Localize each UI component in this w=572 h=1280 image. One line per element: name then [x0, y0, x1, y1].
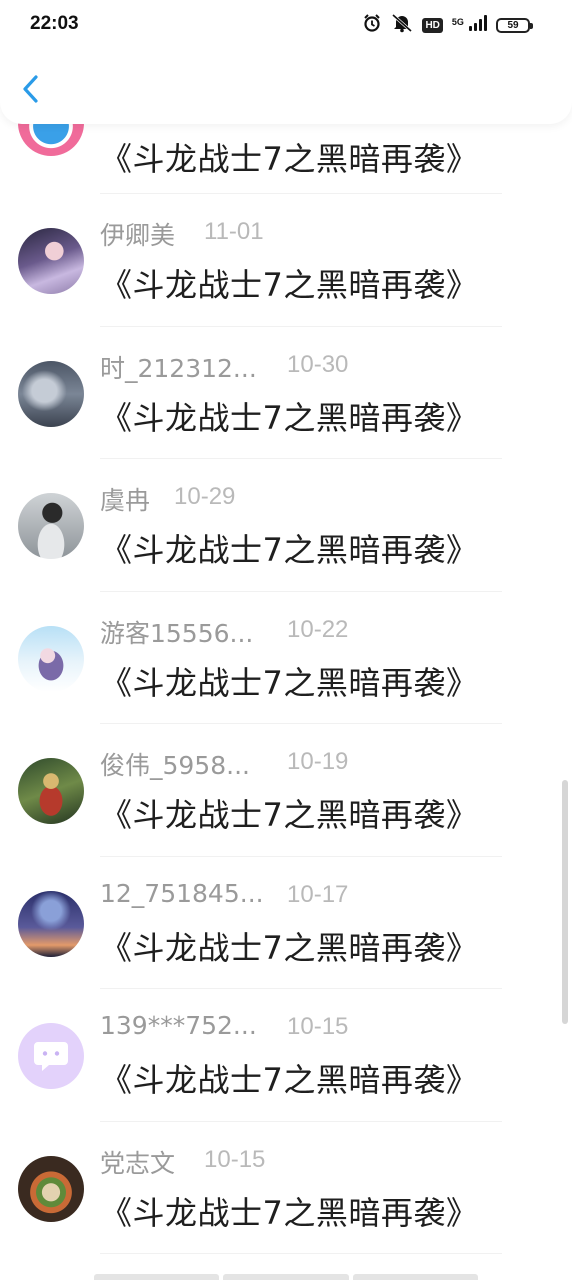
top-app-bar: [0, 52, 572, 124]
chevron-left-icon: [23, 75, 38, 103]
status-bar: 22:03 HD 5G 59: [0, 0, 572, 52]
list-item[interactable]: 俊伟_5958... 10-19 《斗龙战士7之黑暗再袭》: [0, 724, 572, 857]
item-title: 《斗龙战士7之黑暗再袭》: [100, 140, 479, 178]
back-button[interactable]: [14, 72, 48, 106]
date: 10-15: [204, 1145, 266, 1173]
date: 10-29: [174, 483, 236, 510]
list-item[interactable]: 党志文 10-15 《斗龙战士7之黑暗再袭》: [0, 1122, 572, 1255]
list-item[interactable]: 伊卿美 11-01 《斗龙战士7之黑暗再袭》: [0, 194, 572, 327]
date: 10-17: [287, 880, 349, 908]
item-title: 《斗龙战士7之黑暗再袭》: [100, 398, 479, 437]
record-list: 《斗龙战士7之黑暗再袭》 伊卿美 11-01 《斗龙战士7之黑暗再袭》 时_21…: [0, 62, 572, 1254]
list-item[interactable]: 游客15556... 10-22 《斗龙战士7之黑暗再袭》: [0, 592, 572, 725]
avatar: [18, 228, 84, 294]
battery-indicator: 59: [496, 17, 533, 33]
date: 10-15: [287, 1013, 349, 1040]
avatar: [18, 1155, 84, 1222]
avatar: [18, 625, 84, 692]
username: 党志文: [100, 1148, 176, 1178]
status-time: 22:03: [30, 13, 79, 34]
bottom-edge-bar: [94, 1274, 478, 1280]
item-title: 《斗龙战士7之黑暗再袭》: [100, 928, 479, 967]
list-item[interactable]: 12_751845... 10-17 《斗龙战士7之黑暗再袭》: [0, 857, 572, 990]
username: 俊伟_5958...: [100, 751, 250, 780]
username: 时_212312...: [100, 353, 257, 383]
item-title: 《斗龙战士7之黑暗再袭》: [100, 663, 479, 702]
date: 10-30: [287, 350, 349, 378]
avatar: [18, 493, 84, 559]
item-title: 《斗龙战士7之黑暗再袭》: [100, 1061, 479, 1099]
date: 10-19: [287, 748, 349, 775]
status-icons: HD 5G 59: [362, 13, 533, 37]
default-avatar-chat-icon: [34, 1042, 68, 1071]
avatar: [18, 890, 84, 957]
avatar: [18, 758, 84, 824]
username: 伊卿美: [100, 221, 176, 250]
item-title: 《斗龙战士7之黑暗再袭》: [100, 531, 479, 569]
list-item[interactable]: 虞冉 10-29 《斗龙战士7之黑暗再袭》: [0, 459, 572, 592]
avatar: [18, 1023, 84, 1089]
mute-icon: [391, 13, 413, 37]
username: 139***752...: [100, 1011, 257, 1040]
hd-badge: HD: [422, 17, 443, 33]
item-title: 《斗龙战士7之黑暗再袭》: [100, 266, 479, 304]
scrollbar[interactable]: [562, 780, 568, 1024]
battery-level: 59: [507, 19, 519, 31]
date: 10-22: [287, 615, 349, 643]
alarm-icon: [362, 13, 382, 37]
item-title: 《斗龙战士7之黑暗再袭》: [100, 796, 479, 834]
item-title: 《斗龙战士7之黑暗再袭》: [100, 1193, 479, 1232]
username: 游客15556...: [100, 618, 254, 648]
list-item[interactable]: 时_212312... 10-30 《斗龙战士7之黑暗再袭》: [0, 327, 572, 460]
date: 11-01: [204, 218, 264, 245]
network-type: 5G: [451, 17, 464, 27]
list-item[interactable]: 139***752... 10-15 《斗龙战士7之黑暗再袭》: [0, 989, 572, 1122]
cellular-signal-icon: 5G: [452, 15, 487, 35]
username: 虞冉: [100, 486, 151, 515]
avatar: [18, 360, 84, 427]
username: 12_751845...: [100, 878, 264, 908]
